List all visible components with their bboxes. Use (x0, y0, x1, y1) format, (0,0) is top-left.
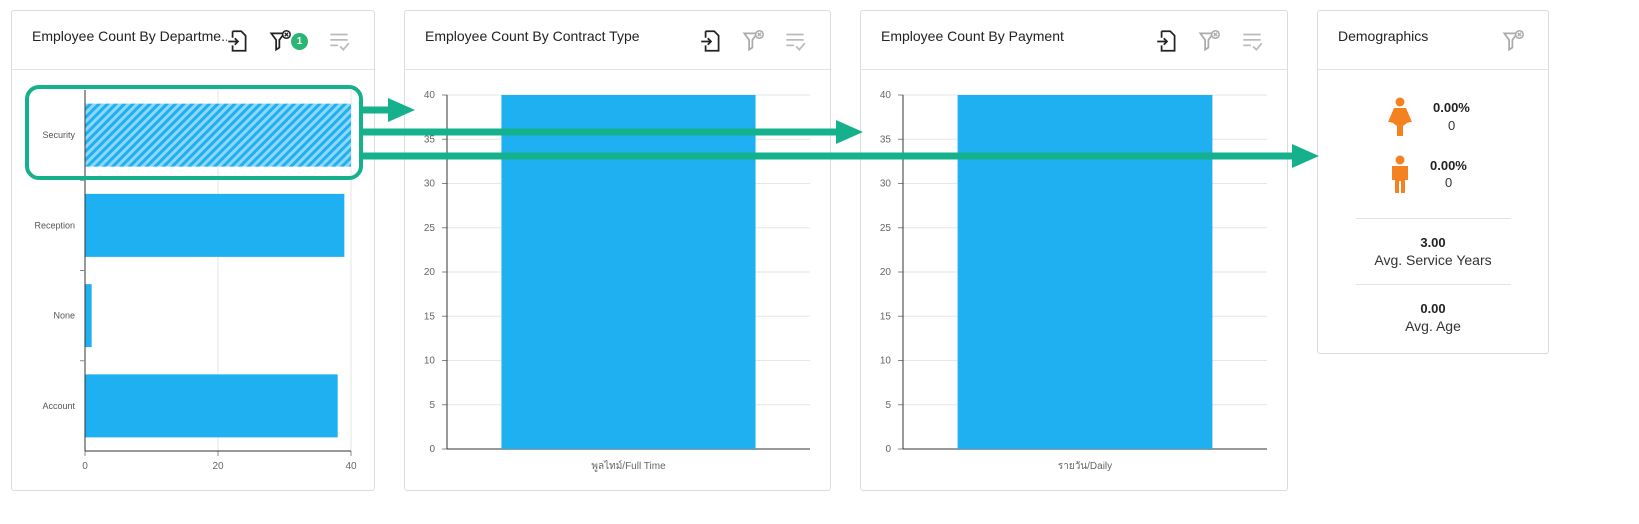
checklist-icon[interactable] (1239, 28, 1265, 54)
age-value: 0.00 (1420, 301, 1446, 316)
payment-chart: 0 5 10 15 20 25 30 35 40 รายวัน/Daily (880, 90, 1267, 472)
y-tick-label: 10 (880, 356, 892, 367)
y-tick-label: 25 (424, 223, 436, 234)
service-years-value: 3.00 (1420, 235, 1446, 250)
divider (1356, 218, 1511, 219)
female-percentage: 0.00% (1433, 100, 1470, 115)
bar-account[interactable] (85, 374, 338, 438)
filter-clear-icon[interactable] (1501, 28, 1527, 54)
bar[interactable] (501, 95, 756, 449)
y-tick-label: 15 (880, 311, 892, 322)
y-tick-label: 30 (880, 179, 892, 190)
y-tick-label: 20 (424, 267, 436, 278)
y-tick-label: 20 (880, 267, 892, 278)
y-tick-label: 35 (424, 134, 436, 145)
x-tick-label: พูลไทม์/Full Time (591, 460, 666, 472)
payment-card: Employee Count By Payment 0 5 10 15 20 25 30 35… (860, 10, 1288, 491)
y-tick-label: 5 (885, 400, 891, 411)
filter-clear-icon[interactable] (1197, 28, 1223, 54)
y-tick-label: Security (42, 130, 75, 140)
x-tick-label: 20 (212, 461, 224, 472)
card-title: Employee Count By Departme... (32, 28, 227, 44)
card-title: Employee Count By Contract Type (425, 28, 640, 44)
y-tick-label: 40 (880, 90, 892, 101)
card-header: Demographics (1318, 11, 1548, 70)
female-icon (1388, 97, 1412, 136)
filter-count-badge: 1 (291, 33, 308, 50)
y-tick-label: None (53, 311, 75, 321)
department-card: Employee Count By Departme... 1 Security… (11, 10, 375, 491)
male-icon (1392, 155, 1408, 193)
export-icon[interactable] (698, 28, 724, 54)
y-tick-label: 5 (429, 400, 435, 411)
service-years-label: Avg. Service Years (1374, 252, 1492, 268)
y-tick-label: Reception (34, 220, 75, 230)
y-tick-label: Account (42, 401, 75, 411)
contract-chart: 0 5 10 15 20 25 30 35 40 พูลไทม์/Full Time (424, 90, 810, 472)
bar-none[interactable] (85, 284, 92, 348)
contract-card: Employee Count By Contract Type 0 5 10 15 20… (404, 10, 831, 491)
y-tick-label: 25 (880, 223, 892, 234)
y-tick-label: 15 (424, 311, 436, 322)
demographics-card: Demographics 0.00% 0 0.00% 0 3.00 Avg. S… (1317, 10, 1549, 354)
card-title: Employee Count By Payment (881, 28, 1064, 44)
card-header: Employee Count By Contract Type (405, 11, 830, 70)
bar[interactable] (957, 95, 1213, 449)
female-count: 0 (1448, 118, 1456, 133)
card-title: Demographics (1338, 28, 1429, 44)
y-tick-label: 10 (424, 356, 436, 367)
male-percentage: 0.00% (1430, 158, 1467, 173)
card-header: Employee Count By Payment (861, 11, 1287, 70)
x-tick-label: 40 (345, 461, 357, 472)
divider (1356, 284, 1511, 285)
y-tick-label: 0 (429, 444, 435, 455)
male-count: 0 (1445, 175, 1453, 190)
export-icon[interactable] (1154, 28, 1180, 54)
bar-security[interactable] (85, 103, 351, 167)
y-tick-label: 0 (885, 444, 891, 455)
card-header: Employee Count By Departme... 1 (12, 11, 374, 70)
department-chart: Security Reception None Account 0 20 40 (34, 90, 357, 472)
export-icon[interactable] (225, 28, 251, 54)
bar-reception[interactable] (85, 193, 345, 257)
y-tick-label: 30 (424, 179, 436, 190)
x-tick-label: 0 (82, 461, 88, 472)
age-label: Avg. Age (1405, 318, 1461, 334)
x-tick-label: รายวัน/Daily (1058, 461, 1112, 472)
checklist-icon[interactable] (782, 28, 808, 54)
y-tick-label: 40 (424, 90, 436, 101)
filter-clear-icon[interactable] (741, 28, 767, 54)
checklist-icon[interactable] (326, 28, 352, 54)
y-tick-label: 35 (880, 134, 892, 145)
